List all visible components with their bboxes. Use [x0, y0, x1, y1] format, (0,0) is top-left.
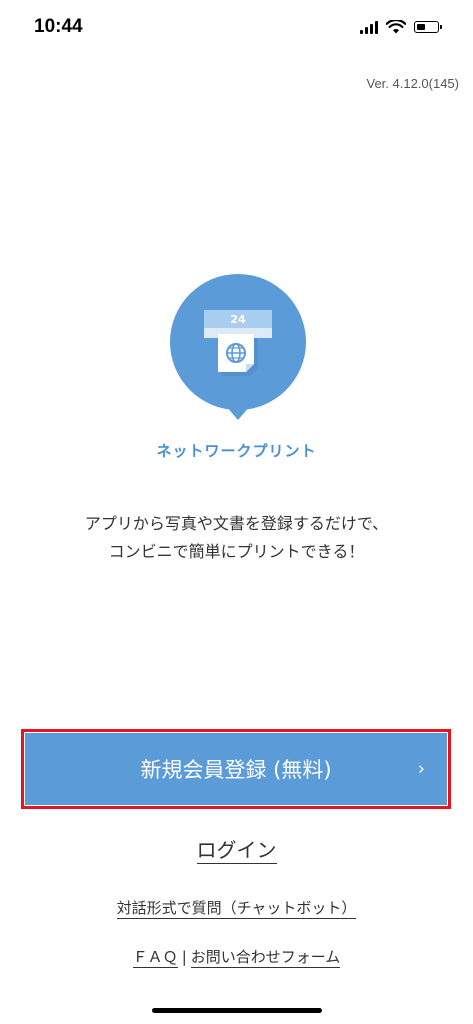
faq-link[interactable]: ＦＡＱ: [132, 948, 178, 968]
status-time: 10:44: [34, 16, 83, 37]
register-button-label: 新規会員登録 (無料): [140, 758, 332, 782]
tagline: アプリから写真や文書を登録するだけで、 コンビニで簡単にプリントできる！: [0, 510, 473, 566]
wifi-icon: [386, 20, 406, 34]
chatbot-link-label: 対話形式で質問（チャットボット）: [116, 899, 357, 919]
footer-separator: |: [181, 948, 187, 966]
network-print-logo-icon: 24: [170, 274, 306, 420]
register-button[interactable]: 新規会員登録 (無料) ›: [25, 733, 447, 805]
status-icons: [360, 20, 442, 34]
version-label: Ver. 4.12.0(145): [366, 76, 459, 91]
login-link[interactable]: ログイン: [0, 834, 473, 864]
tagline-line-2: コンビニで簡単にプリントできる！: [108, 542, 365, 561]
status-bar: 10:44: [0, 0, 473, 60]
cellular-signal-icon: [360, 20, 378, 34]
battery-icon: [414, 21, 442, 33]
contact-form-link[interactable]: お問い合わせフォーム: [190, 948, 341, 968]
app-logo: 24: [168, 272, 308, 422]
login-link-label: ログイン: [196, 838, 277, 864]
footer-links: ＦＡＱ | お問い合わせフォーム: [0, 946, 473, 968]
tagline-line-1: アプリから写真や文書を登録するだけで、: [84, 514, 389, 533]
chevron-right-icon: ›: [417, 758, 425, 780]
brand-name: ネットワークプリント: [156, 442, 317, 460]
logo-badge-number: 24: [230, 313, 246, 326]
home-indicator[interactable]: [152, 1008, 322, 1013]
chatbot-link[interactable]: 対話形式で質問（チャットボット）: [0, 897, 473, 919]
